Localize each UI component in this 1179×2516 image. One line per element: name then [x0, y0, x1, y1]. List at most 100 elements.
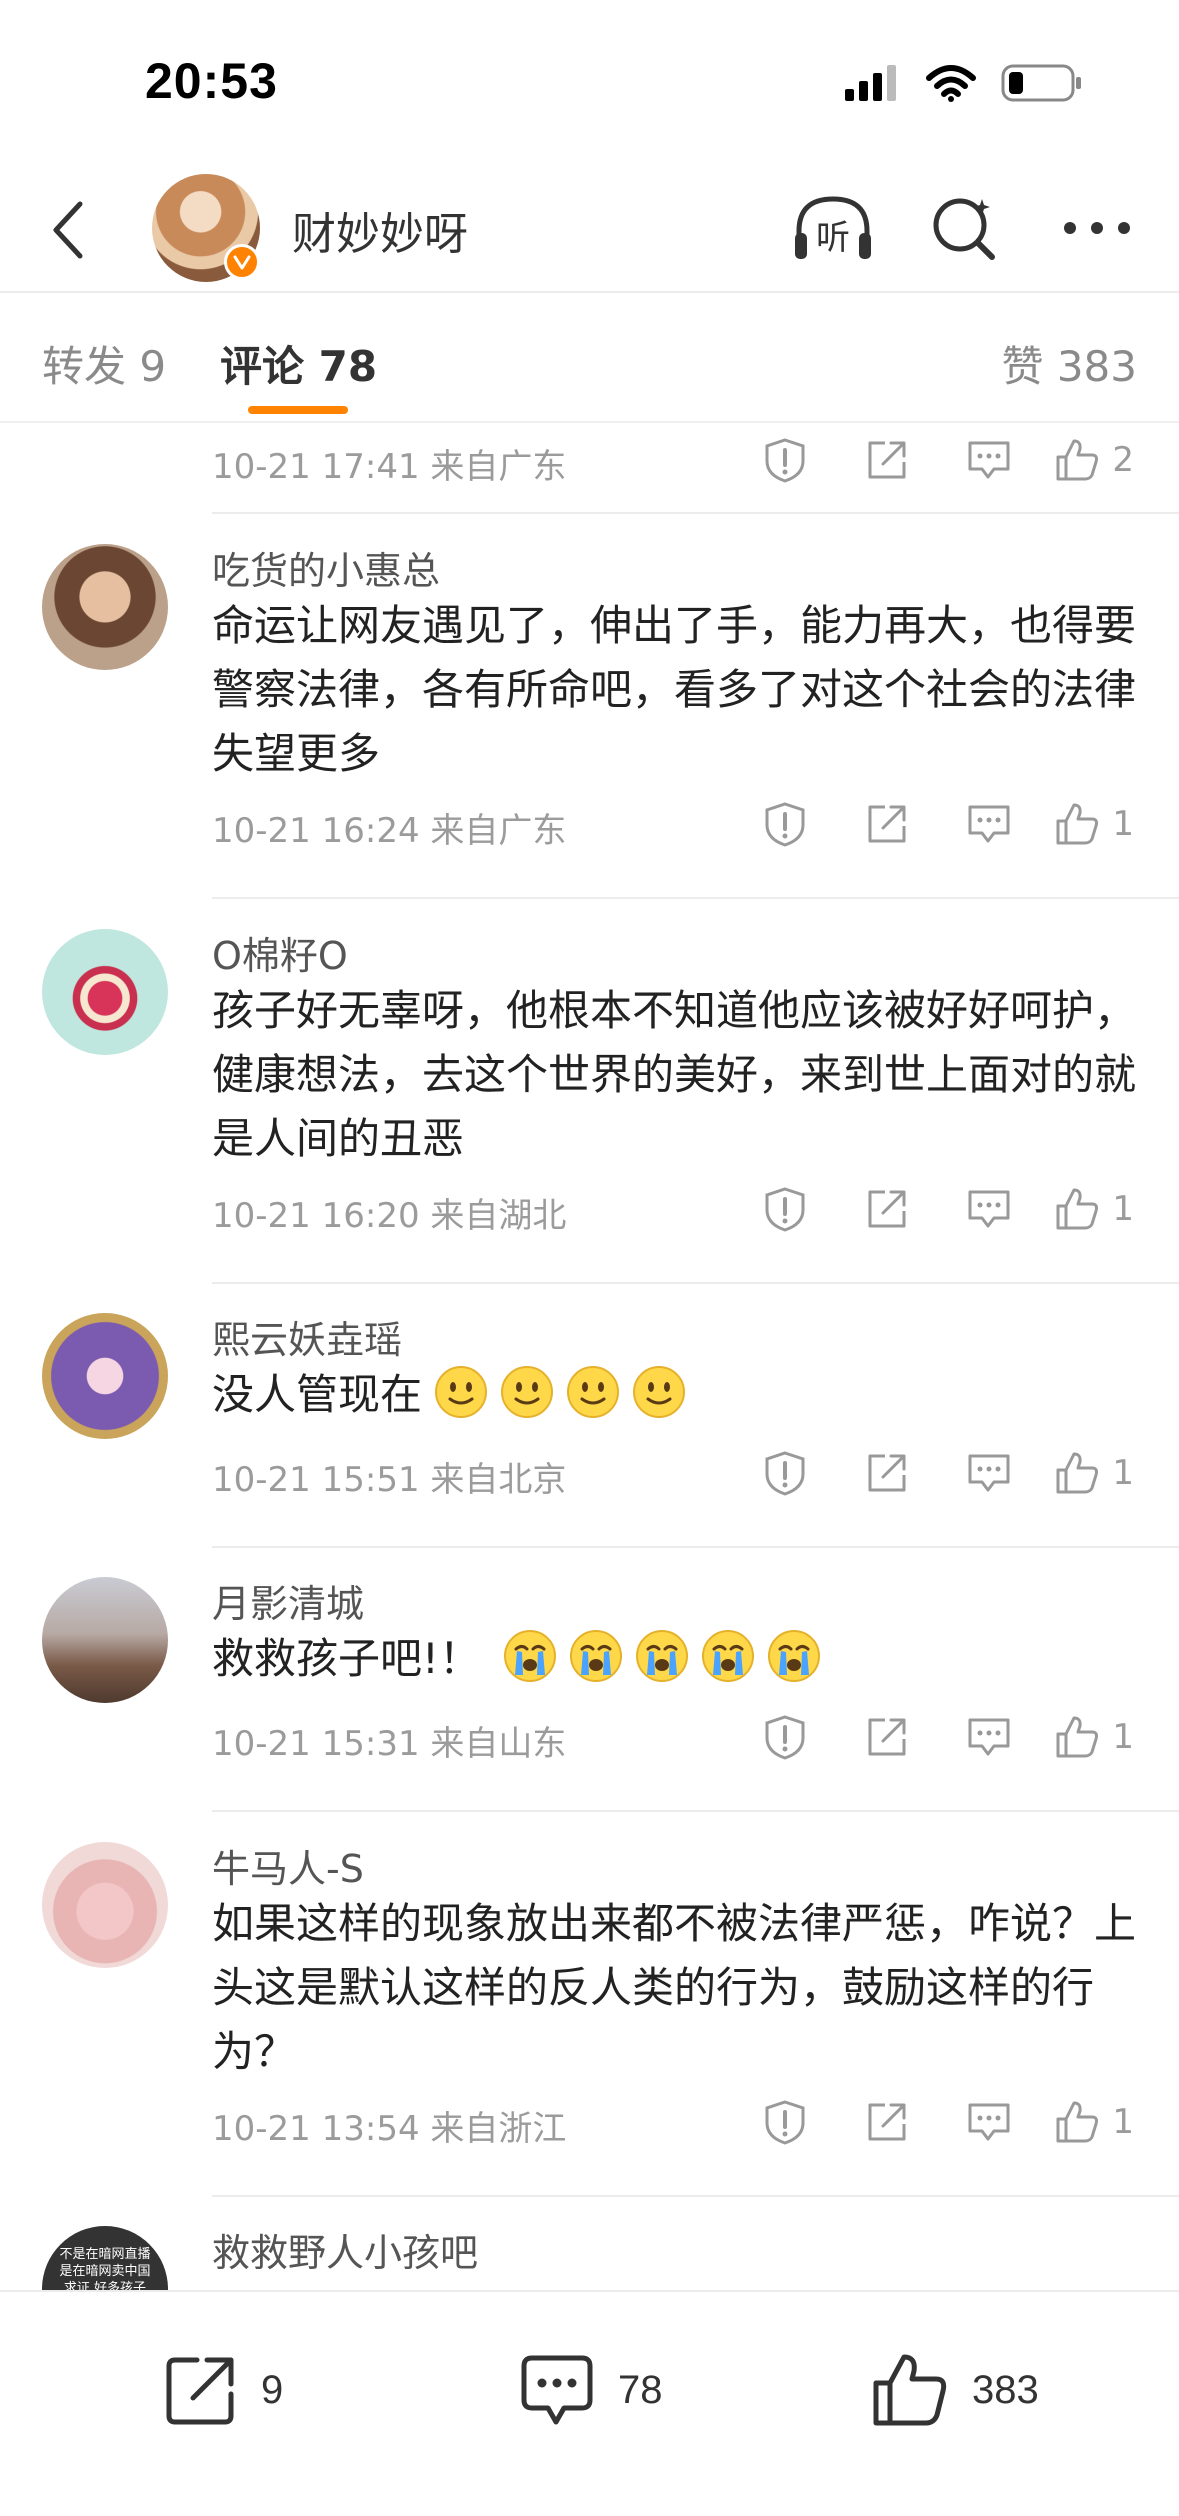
- like-button[interactable]: 1: [1040, 1450, 1134, 1496]
- comment-actions: 1: [734, 1448, 1134, 1498]
- commenter-name[interactable]: 吃货的小惠总: [212, 540, 440, 595]
- divider: [212, 2195, 1179, 2197]
- reply-button[interactable]: [938, 1452, 1040, 1494]
- like-count: 1: [1112, 1717, 1134, 1757]
- slight-smile-emoji: [435, 1366, 488, 1418]
- tab-repost[interactable]: 转发 9: [42, 333, 166, 394]
- comment-button[interactable]: 78: [518, 2350, 663, 2430]
- report-icon: [765, 1187, 805, 1232]
- share-icon: [868, 441, 906, 479]
- avatar-caption: 不是在暗网直播 是在暗网卖中国 求证 好多孩子: [59, 2247, 151, 2290]
- like-post-button[interactable]: 383: [870, 2350, 1039, 2430]
- more-button[interactable]: [1055, 188, 1139, 268]
- report-button[interactable]: [734, 437, 836, 483]
- commenter-avatar[interactable]: [42, 1577, 168, 1703]
- nav-header: 财妙妙呀 听: [0, 160, 1179, 293]
- share-icon: [868, 2103, 906, 2141]
- like-count: 383: [972, 2367, 1039, 2412]
- reply-button[interactable]: [938, 439, 1040, 481]
- like-count: 1: [1112, 2102, 1134, 2142]
- thumbs-up-icon: [873, 2354, 947, 2426]
- like-button[interactable]: 1: [1040, 1186, 1134, 1232]
- status-bar: 20:53: [0, 0, 1179, 160]
- share-button[interactable]: [836, 802, 938, 846]
- commenter-avatar[interactable]: [42, 544, 168, 670]
- comment-actions: 1: [734, 1184, 1134, 1234]
- commenter-name[interactable]: 牛马人-S: [212, 1838, 364, 1893]
- report-icon: [765, 438, 805, 483]
- reply-icon: [968, 2103, 1010, 2141]
- reply-icon: [968, 1718, 1010, 1756]
- repost-button[interactable]: 9: [163, 2350, 283, 2430]
- report-icon: [765, 1451, 805, 1496]
- wifi-icon: [926, 65, 976, 102]
- commenter-name[interactable]: 月影清城: [212, 1573, 364, 1628]
- tab-likes[interactable]: 赞 383: [1001, 333, 1137, 394]
- comment-text: 孩子好无辜呀，他根本不知道他应该被好好呵护，健康想法，去这个世界的美好，来到世上…: [212, 986, 1137, 1163]
- share-icon: [868, 1454, 906, 1492]
- search-button[interactable]: [923, 188, 1007, 268]
- commenter-name[interactable]: 熙云妖垚瑶: [212, 1309, 402, 1364]
- comment-list[interactable]: 10-21 17:41 来自广东 2 吃货的小惠总 命运让网友遇见了，伸出了手，…: [0, 425, 1179, 2290]
- thumbs-up-icon: [1056, 1188, 1099, 1230]
- comment-time: 10-21 16:20 来自湖北: [212, 1196, 567, 1236]
- divider: [212, 897, 1179, 899]
- comment-meta: 10-21 13:54 来自浙江 1: [212, 2097, 1142, 2149]
- comment-actions: 1: [734, 799, 1134, 849]
- back-button[interactable]: [28, 190, 108, 270]
- comment-time: 10-21 17:41 来自广东: [212, 447, 567, 487]
- reply-button[interactable]: [938, 803, 1040, 845]
- reply-button[interactable]: [938, 1188, 1040, 1230]
- comment-actions: 2: [734, 435, 1134, 485]
- comment-icon: [521, 2355, 593, 2425]
- share-button[interactable]: [836, 1715, 938, 1759]
- comment-meta: 10-21 16:24 来自广东 1: [212, 799, 1142, 851]
- share-button[interactable]: [836, 1451, 938, 1495]
- commenter-name[interactable]: O棉籽O: [212, 925, 348, 980]
- reply-button[interactable]: [938, 1716, 1040, 1758]
- reply-icon: [968, 441, 1010, 479]
- commenter-avatar[interactable]: 不是在暗网直播 是在暗网卖中国 求证 好多孩子: [42, 2226, 168, 2290]
- like-button[interactable]: 1: [1040, 1714, 1134, 1760]
- report-icon: [765, 802, 805, 847]
- status-icons: [845, 60, 1083, 106]
- commenter-avatar[interactable]: [42, 1313, 168, 1439]
- slight-smile-emoji: [501, 1366, 554, 1418]
- comment-meta: 10-21 15:31 来自山东 1: [212, 1712, 1142, 1764]
- comment-meta: 10-21 16:20 来自湖北 1: [212, 1184, 1142, 1236]
- comment-time: 10-21 15:31 来自山东: [212, 1724, 567, 1764]
- commenter-avatar[interactable]: [42, 1842, 168, 1968]
- like-button[interactable]: 1: [1040, 2099, 1134, 2145]
- comment-text: 命运让网友遇见了，伸出了手，能力再大，也得要警察法律，各有所命吧，看多了对这个社…: [212, 601, 1137, 778]
- more-icon: [1064, 222, 1130, 234]
- slight-smile-emoji-row: [422, 1366, 686, 1419]
- report-button[interactable]: [734, 1450, 836, 1496]
- like-count: 1: [1112, 804, 1134, 844]
- listen-button[interactable]: 听: [791, 188, 875, 268]
- verified-badge-icon: [224, 244, 260, 280]
- comment-time: 10-21 13:54 来自浙江: [212, 2109, 567, 2149]
- share-button[interactable]: [836, 2100, 938, 2144]
- reply-button[interactable]: [938, 2101, 1040, 2143]
- share-button[interactable]: [836, 438, 938, 482]
- comment-count: 78: [618, 2367, 663, 2412]
- like-button[interactable]: 1: [1040, 801, 1134, 847]
- crying-emoji: [569, 1630, 622, 1682]
- report-button[interactable]: [734, 1714, 836, 1760]
- author-name[interactable]: 财妙妙呀: [292, 198, 468, 262]
- commenter-avatar[interactable]: [42, 929, 168, 1055]
- report-button[interactable]: [734, 2099, 836, 2145]
- commenter-name[interactable]: 救救野人小孩吧: [212, 2222, 478, 2277]
- thumbs-up-icon: [1056, 2101, 1099, 2143]
- crying-emoji-row: [491, 1630, 821, 1683]
- cellular-signal-icon: [845, 65, 896, 101]
- comment-text: 没人管现在: [212, 1363, 1142, 1427]
- crying-emoji: [701, 1630, 754, 1682]
- listen-icon: 听: [795, 196, 871, 259]
- share-icon: [868, 805, 906, 843]
- report-button[interactable]: [734, 801, 836, 847]
- share-icon: [868, 1190, 906, 1228]
- like-button[interactable]: 2: [1040, 437, 1134, 483]
- report-button[interactable]: [734, 1186, 836, 1232]
- share-button[interactable]: [836, 1187, 938, 1231]
